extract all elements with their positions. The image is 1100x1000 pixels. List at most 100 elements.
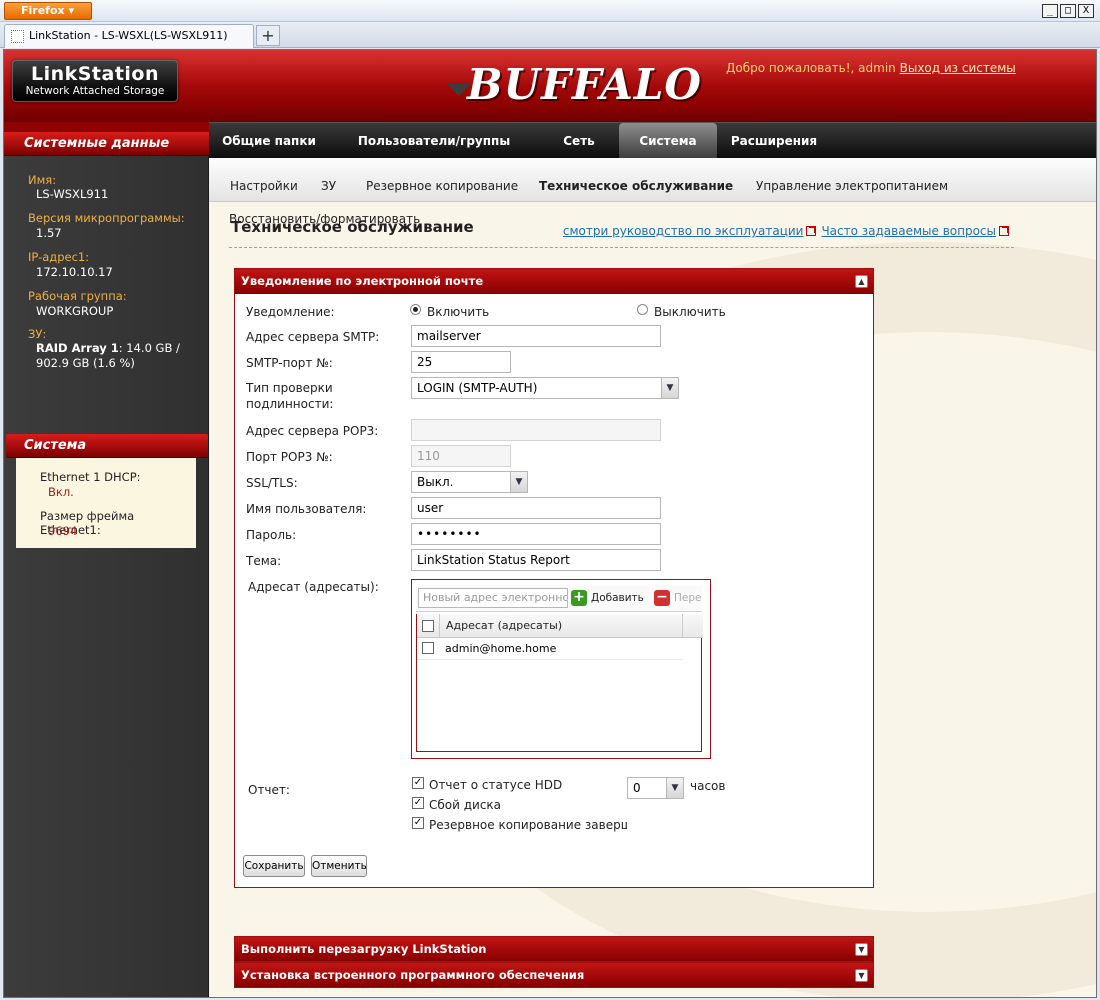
expand-icon[interactable]: ▼: [855, 969, 868, 982]
auth-type-label-line1: Тип проверки: [246, 381, 333, 395]
ip-label: IP-адрес1:: [28, 250, 90, 264]
ssl-tls-value: Выкл.: [417, 475, 454, 489]
sidebar-top-strip: [4, 122, 209, 132]
reboot-panel-header[interactable]: Выполнить перезагрузку LinkStation ▼: [235, 937, 873, 961]
auth-type-label-line2: подлинности:: [246, 397, 334, 411]
nav-network[interactable]: Сеть: [539, 123, 619, 159]
recipients-toolbar: Новый адрес электронной п Добавить Перем…: [416, 586, 702, 612]
ssl-tls-select[interactable]: Выкл. ▼: [411, 471, 528, 493]
system-heading: Система: [6, 434, 208, 458]
firefox-menu-button[interactable]: Firefox ▾: [4, 2, 92, 20]
page-title: Техническое обслуживание: [231, 218, 474, 236]
username-input[interactable]: user: [411, 497, 661, 519]
recipient-email: admin@home.home: [445, 642, 557, 655]
minimize-button[interactable]: _: [1042, 4, 1058, 18]
report-hours-select[interactable]: 0 ▼: [627, 777, 684, 799]
cancel-button[interactable]: Отменить: [311, 855, 367, 877]
chevron-down-icon: ▼: [510, 472, 527, 492]
name-value: LS-WSXL911: [36, 187, 109, 201]
report-hdd-checkbox[interactable]: ✓: [412, 777, 424, 789]
pop3-port-input[interactable]: 110: [411, 445, 511, 467]
linkstation-logo: LinkStation Network Attached Storage: [12, 60, 178, 102]
dhcp-value: Вкл.: [48, 485, 74, 499]
collapse-icon[interactable]: ▲: [855, 275, 868, 288]
report-disk-failure-checkbox[interactable]: ✓: [412, 797, 424, 809]
browser-tabbar: LinkStation - LS-WSXL(LS-WSXL911) +: [0, 22, 1100, 48]
nav-system[interactable]: Система: [619, 123, 717, 159]
report-hours-value: 0: [633, 781, 641, 795]
add-recipient-button[interactable]: Добавить: [571, 588, 644, 608]
browser-tab[interactable]: LinkStation - LS-WSXL(LS-WSXL911): [4, 24, 254, 48]
save-button[interactable]: Сохранить: [243, 855, 305, 877]
reboot-panel-title: Выполнить перезагрузку LinkStation: [241, 942, 487, 956]
nav-shared-folders[interactable]: Общие папки: [219, 123, 319, 159]
firmware-label: Версия микропрограммы:: [28, 211, 185, 225]
recipients-box: Новый адрес электронной п Добавить Перем…: [411, 579, 711, 759]
subnav-power[interactable]: Управление электропитанием: [756, 179, 948, 193]
pop3-server-input[interactable]: [411, 419, 661, 441]
ip-value: 172.10.10.17: [36, 265, 113, 279]
row-checkbox[interactable]: [422, 642, 434, 654]
recipients-column-header[interactable]: Адресат (адресаты): [439, 614, 683, 638]
email-panel-title: Уведомление по электронной почте: [241, 274, 484, 288]
external-link-icon: [806, 226, 817, 236]
report-hours-unit: часов: [690, 779, 726, 793]
subnav-backup[interactable]: Резервное копирование: [366, 179, 518, 193]
recipients-grid: Адресат (адресаты) admin@home.home: [416, 614, 703, 752]
firmware-update-panel[interactable]: Установка встроенного программного обесп…: [234, 962, 874, 988]
welcome-text: Добро пожаловать!, admin: [726, 61, 896, 75]
email-notification-panel: Уведомление по электронной почте ▲ Уведо…: [234, 268, 874, 888]
reboot-panel[interactable]: Выполнить перезагрузку LinkStation ▼: [234, 936, 874, 962]
notification-enable-label: Включить: [427, 305, 490, 319]
expand-icon[interactable]: ▼: [855, 943, 868, 956]
faq-link[interactable]: Часто задаваемые вопросы: [821, 224, 996, 238]
logout-link[interactable]: Выход из системы: [900, 61, 1016, 75]
external-link-icon: [999, 226, 1009, 236]
password-label: Пароль:: [246, 528, 297, 542]
close-button[interactable]: X: [1078, 4, 1094, 18]
smtp-server-input[interactable]: mailserver: [411, 325, 661, 347]
auth-type-select[interactable]: LOGIN (SMTP-AUTH) ▼: [411, 377, 679, 399]
window-controls: _ □ X: [1042, 4, 1094, 18]
select-all-checkbox[interactable]: [422, 620, 434, 632]
email-panel-header[interactable]: Уведомление по электронной почте ▲: [235, 269, 873, 294]
smtp-server-label: Адрес сервера SMTP:: [246, 330, 380, 344]
firmware-panel-title: Установка встроенного программного обесп…: [241, 968, 585, 982]
report-disk-failure-label: Сбой диска: [429, 798, 502, 812]
subnav-storage[interactable]: ЗУ: [321, 179, 336, 193]
report-hdd-label: Отчет о статусе HDD: [429, 778, 563, 792]
recipients-label: Адресат (адресаты):: [248, 580, 379, 594]
name-label: Имя:: [28, 173, 57, 187]
site-header: LinkStation Network Attached Storage BUF…: [4, 50, 1096, 122]
report-backup-checkbox[interactable]: ✓: [412, 817, 424, 829]
nav-extensions[interactable]: Расширения: [724, 123, 824, 159]
smtp-port-input[interactable]: 25: [411, 351, 511, 373]
subject-input[interactable]: LinkStation Status Report: [411, 549, 661, 571]
subnav-maintenance[interactable]: Техническое обслуживание: [539, 179, 733, 193]
manual-link[interactable]: смотри руководство по эксплуатации: [563, 224, 804, 238]
logo-line1: LinkStation: [30, 63, 160, 85]
subject-label: Тема:: [246, 554, 282, 568]
notification-enable-radio[interactable]: [410, 304, 421, 315]
page-viewport: LinkStation Network Attached Storage BUF…: [3, 49, 1097, 998]
workgroup-label: Рабочая группа:: [28, 289, 127, 303]
notification-disable-radio[interactable]: [637, 304, 648, 315]
new-tab-button[interactable]: +: [256, 25, 280, 46]
workgroup-value: WORKGROUP: [36, 304, 114, 318]
sidebar: Системные данные Имя: LS-WSXL911 Версия …: [4, 122, 209, 997]
browser-titlebar: Firefox ▾ _ □ X: [0, 0, 1100, 22]
firmware-panel-header[interactable]: Установка встроенного программного обесп…: [235, 963, 873, 987]
report-label: Отчет:: [248, 783, 290, 797]
maximize-button[interactable]: □: [1060, 4, 1076, 18]
subnav-settings[interactable]: Настройки: [230, 179, 298, 193]
nav-users-groups[interactable]: Пользователи/группы: [349, 123, 519, 159]
remove-recipient-button[interactable]: Переместить: [654, 588, 702, 608]
table-row[interactable]: admin@home.home: [417, 638, 683, 660]
notification-label: Уведомление:: [246, 305, 335, 319]
buffalo-brand-logo: BUFFALO: [467, 60, 703, 109]
new-recipient-input[interactable]: Новый адрес электронной п: [418, 588, 568, 608]
pop3-server-label: Адрес сервера POP3:: [246, 424, 379, 438]
help-links: смотри руководство по эксплуатации Часто …: [563, 224, 1014, 238]
logo-line2: Network Attached Storage: [25, 85, 165, 97]
password-input[interactable]: ••••••••: [411, 523, 661, 545]
